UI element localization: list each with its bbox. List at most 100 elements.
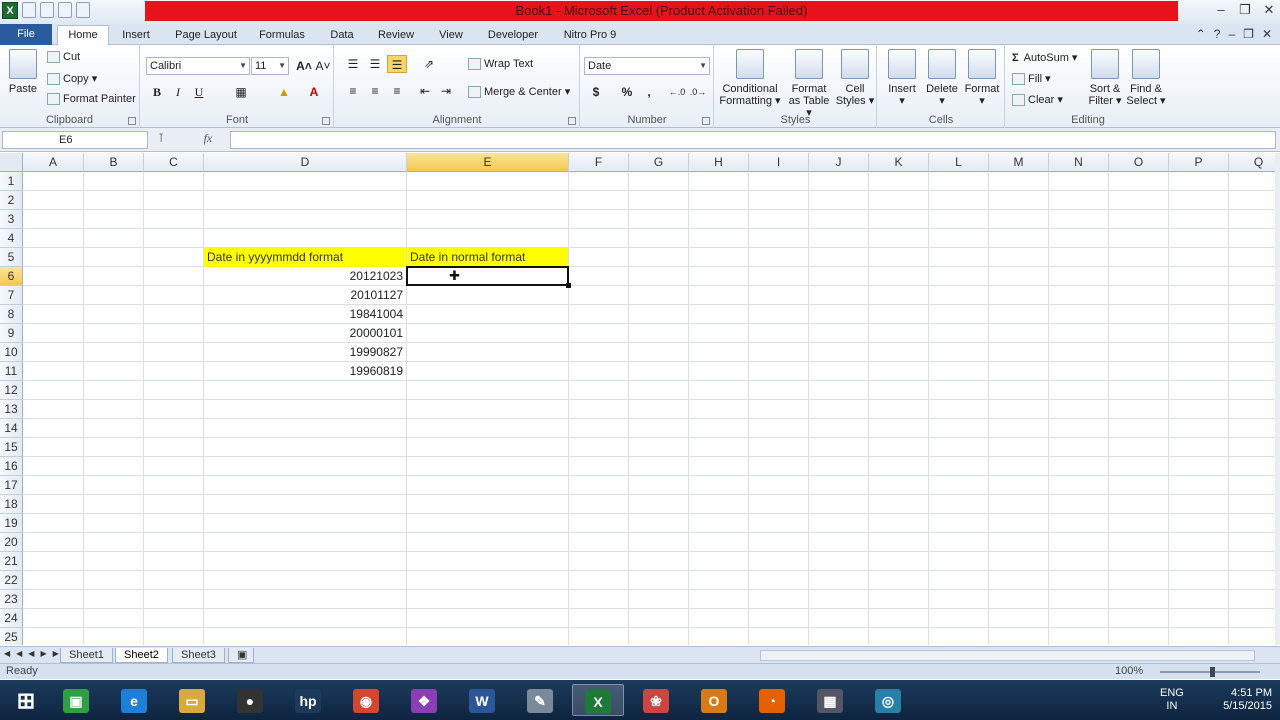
orientation-icon[interactable]: ⇗ bbox=[419, 55, 439, 73]
row-header[interactable]: 21 bbox=[0, 552, 23, 571]
store-icon[interactable]: ▣ bbox=[50, 684, 102, 716]
decrease-decimal-icon[interactable]: .0→ bbox=[688, 83, 708, 101]
workbook-close-icon[interactable]: ✕ bbox=[1262, 27, 1272, 41]
workbook-restore-icon[interactable]: ❐ bbox=[1243, 27, 1254, 41]
active-cell-outline[interactable] bbox=[406, 266, 569, 286]
data-cell[interactable]: 20101127 bbox=[204, 286, 406, 305]
data-cell[interactable]: 19841004 bbox=[204, 305, 406, 324]
comma-style-button[interactable]: , bbox=[639, 83, 659, 101]
row-header[interactable]: 10 bbox=[0, 343, 23, 362]
file-explorer-icon[interactable]: ▭ bbox=[166, 684, 218, 716]
sheet-tab-sheet1[interactable]: Sheet1 bbox=[60, 648, 113, 663]
column-header[interactable]: C bbox=[144, 153, 204, 172]
cell-styles-button[interactable]: Cell Styles ▾ bbox=[835, 49, 875, 107]
tab-home[interactable]: Home bbox=[57, 25, 109, 46]
customize-qat-icon[interactable] bbox=[76, 2, 90, 18]
sheet-tab-sheet3[interactable]: Sheet3 bbox=[172, 648, 225, 663]
fill-color-icon[interactable]: ▲ bbox=[274, 83, 294, 101]
tab-view[interactable]: View bbox=[430, 26, 472, 45]
increase-indent-icon[interactable]: ⇥ bbox=[436, 82, 456, 100]
row-header[interactable]: 1 bbox=[0, 172, 23, 191]
notepad-icon[interactable]: ✎ bbox=[514, 684, 566, 716]
tab-formulas[interactable]: Formulas bbox=[252, 26, 312, 45]
format-as-table-button[interactable]: Format as Table ▾ bbox=[785, 49, 833, 119]
column-header[interactable]: N bbox=[1049, 153, 1109, 172]
find-select-button[interactable]: Find & Select ▾ bbox=[1126, 49, 1166, 107]
format-painter-button[interactable]: Format Painter bbox=[47, 93, 136, 106]
save-icon[interactable] bbox=[22, 2, 36, 18]
excel-logo-icon[interactable]: X bbox=[2, 2, 18, 19]
row-header[interactable]: 22 bbox=[0, 571, 23, 590]
row-header[interactable]: 16 bbox=[0, 457, 23, 476]
align-bottom-icon[interactable]: ☰ bbox=[387, 55, 407, 73]
close-icon[interactable]: ✕ bbox=[1262, 2, 1276, 18]
photos-icon[interactable]: ❖ bbox=[398, 684, 450, 716]
wrap-text-button[interactable]: Wrap Text bbox=[468, 58, 533, 71]
insert-cells-button[interactable]: Insert ▾ bbox=[882, 49, 922, 107]
delete-cells-button[interactable]: Delete ▾ bbox=[922, 49, 962, 107]
insert-sheet-icon[interactable]: ▣ bbox=[228, 648, 254, 663]
tab-developer[interactable]: Developer bbox=[480, 26, 546, 45]
spreadsheet-grid[interactable]: A B C D E F G H I J K L M N O P Q 1 2 3 4 5 6 7 8 9 10 11 12 13 14 15 16… bbox=[0, 153, 1275, 645]
data-cell[interactable]: 19990827 bbox=[204, 343, 406, 362]
percent-style-button[interactable]: % bbox=[617, 83, 637, 101]
sort-filter-button[interactable]: Sort & Filter ▾ bbox=[1086, 49, 1124, 107]
row-header[interactable]: 24 bbox=[0, 609, 23, 628]
column-header[interactable]: G bbox=[629, 153, 689, 172]
font-size-select[interactable]: 11 ▼ bbox=[251, 57, 289, 75]
excel-icon[interactable]: X bbox=[572, 684, 624, 716]
align-center-icon[interactable]: ≡ bbox=[365, 82, 385, 100]
firefox-icon[interactable]: ◔ bbox=[746, 684, 798, 716]
language-indicator[interactable]: ENG IN bbox=[1160, 687, 1184, 713]
column-header[interactable]: K bbox=[869, 153, 929, 172]
conditional-formatting-button[interactable]: Conditional Formatting ▾ bbox=[717, 49, 783, 107]
fill-handle[interactable] bbox=[566, 283, 571, 288]
align-right-icon[interactable]: ≡ bbox=[387, 82, 407, 100]
row-header[interactable]: 8 bbox=[0, 305, 23, 324]
vertical-scrollbar[interactable] bbox=[1275, 153, 1280, 645]
sheet-tab-sheet2[interactable]: Sheet2 bbox=[115, 648, 168, 663]
row-header[interactable]: 19 bbox=[0, 514, 23, 533]
maximize-icon[interactable]: ❐ bbox=[1238, 2, 1252, 18]
tab-data[interactable]: Data bbox=[322, 26, 362, 45]
increase-decimal-icon[interactable]: ←.0 bbox=[667, 83, 687, 101]
row-header[interactable]: 23 bbox=[0, 590, 23, 609]
data-cell[interactable]: 20000101 bbox=[204, 324, 406, 343]
row-header[interactable]: 5 bbox=[0, 248, 23, 267]
column-header[interactable]: B bbox=[84, 153, 144, 172]
row-header[interactable]: 17 bbox=[0, 476, 23, 495]
tab-file[interactable]: File bbox=[0, 24, 52, 45]
help-icon[interactable]: ? bbox=[1214, 27, 1221, 41]
name-box[interactable]: E6 bbox=[2, 131, 148, 149]
column-header[interactable]: D bbox=[204, 153, 407, 172]
row-header[interactable]: 4 bbox=[0, 229, 23, 248]
row-header[interactable]: 9 bbox=[0, 324, 23, 343]
row-header[interactable]: 25 bbox=[0, 628, 23, 645]
italic-button[interactable]: I bbox=[168, 83, 188, 101]
autosum-button[interactable]: Σ AutoSum ▾ bbox=[1012, 51, 1077, 64]
windows-start-icon[interactable]: ⊞ bbox=[0, 684, 52, 716]
row-header[interactable]: 13 bbox=[0, 400, 23, 419]
number-format-select[interactable]: Date ▼ bbox=[584, 57, 710, 75]
align-top-icon[interactable]: ☰ bbox=[343, 55, 363, 73]
fill-button[interactable]: Fill ▾ bbox=[1012, 72, 1051, 86]
chrome-icon[interactable]: ◉ bbox=[340, 684, 392, 716]
grow-font-icon[interactable]: A˄ bbox=[294, 57, 314, 75]
column-header[interactable]: A bbox=[23, 153, 84, 172]
format-cells-button[interactable]: Format ▾ bbox=[962, 49, 1002, 107]
decrease-indent-icon[interactable]: ⇤ bbox=[415, 82, 435, 100]
column-header[interactable]: H bbox=[689, 153, 749, 172]
sheet-navigation-icon[interactable]: ◀◀◀▶▶ bbox=[4, 649, 65, 658]
header-cell[interactable]: Date in yyyymmdd format bbox=[204, 248, 406, 267]
align-middle-icon[interactable]: ☰ bbox=[365, 55, 385, 73]
minimize-icon[interactable]: – bbox=[1214, 2, 1228, 18]
align-left-icon[interactable]: ≡ bbox=[343, 82, 363, 100]
bold-button[interactable]: B bbox=[147, 83, 167, 101]
cut-button[interactable]: Cut bbox=[47, 51, 80, 64]
undo-icon[interactable] bbox=[40, 2, 54, 18]
outlook-icon[interactable]: O bbox=[688, 684, 740, 716]
redo-icon[interactable] bbox=[58, 2, 72, 18]
formula-input[interactable] bbox=[230, 131, 1276, 149]
data-cell[interactable]: 20121023 bbox=[204, 267, 406, 286]
paint-icon[interactable]: ❀ bbox=[630, 684, 682, 716]
